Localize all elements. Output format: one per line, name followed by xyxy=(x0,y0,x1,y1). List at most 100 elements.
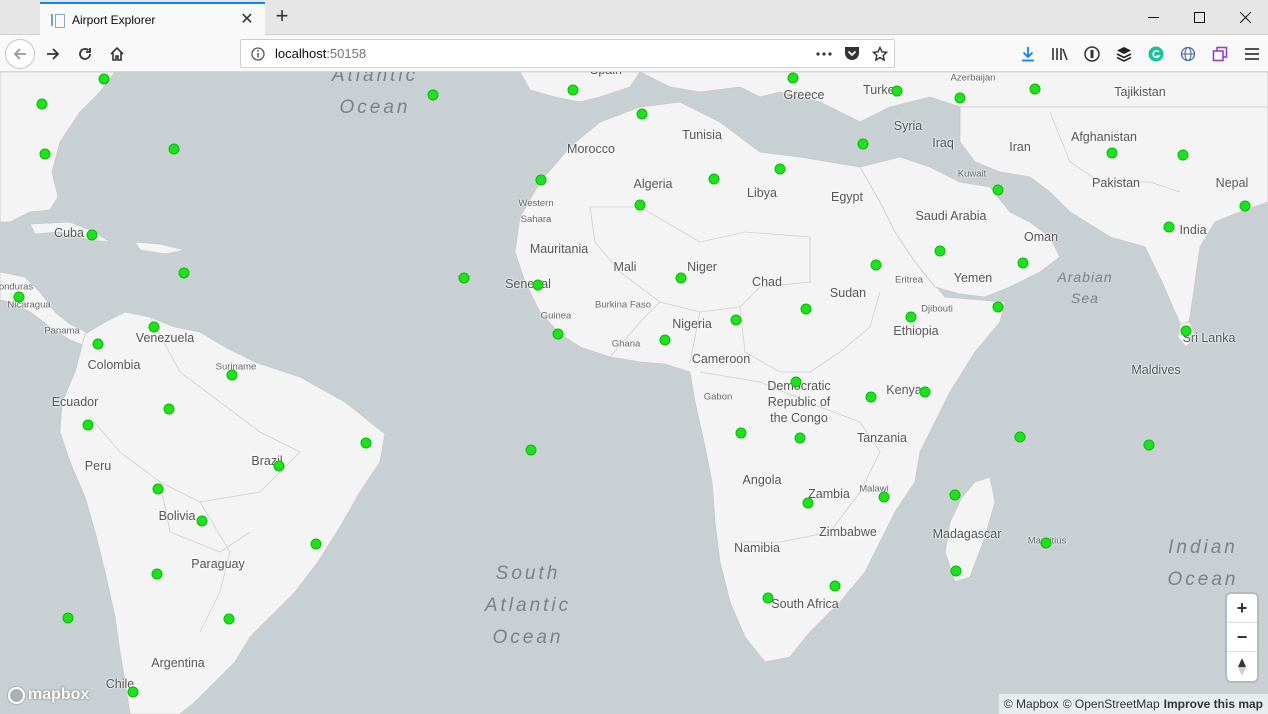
airport-marker[interactable] xyxy=(634,199,646,211)
airport-marker[interactable] xyxy=(458,272,470,284)
airport-marker[interactable] xyxy=(954,92,966,104)
airport-marker[interactable] xyxy=(1163,221,1175,233)
airport-marker[interactable] xyxy=(36,98,48,110)
airport-marker[interactable] xyxy=(870,259,882,271)
airport-marker[interactable] xyxy=(934,245,946,257)
airport-marker[interactable] xyxy=(919,386,931,398)
airport-marker[interactable] xyxy=(865,391,877,403)
airport-marker[interactable] xyxy=(535,174,547,186)
airport-marker[interactable] xyxy=(1177,149,1189,161)
airport-marker[interactable] xyxy=(86,229,98,241)
airport-marker[interactable] xyxy=(1239,200,1251,212)
airport-marker[interactable] xyxy=(829,580,841,592)
airport-marker[interactable] xyxy=(878,491,890,503)
airport-marker[interactable] xyxy=(762,592,774,604)
airport-marker[interactable] xyxy=(273,460,285,472)
airport-marker[interactable] xyxy=(1180,325,1192,337)
url-text[interactable]: localhost:50158 xyxy=(275,46,810,61)
minimize-button[interactable] xyxy=(1130,0,1176,35)
mapbox-logo: mapbox xyxy=(8,686,89,704)
reader-extension-icon[interactable] xyxy=(1076,39,1108,69)
new-tab-button[interactable]: + xyxy=(270,5,294,29)
library-icon[interactable] xyxy=(1044,39,1076,69)
map-label-ghana: Ghana xyxy=(611,338,641,350)
airport-marker[interactable] xyxy=(152,483,164,495)
airport-marker[interactable] xyxy=(567,84,579,96)
site-info-icon[interactable] xyxy=(241,46,275,61)
close-tab-icon[interactable]: ✕ xyxy=(239,11,255,28)
airport-marker[interactable] xyxy=(891,85,903,97)
airport-marker[interactable] xyxy=(82,419,94,431)
airport-marker[interactable] xyxy=(905,311,917,323)
close-window-button[interactable] xyxy=(1222,0,1268,35)
airport-marker[interactable] xyxy=(92,338,104,350)
airport-marker[interactable] xyxy=(127,686,139,698)
compass-button[interactable] xyxy=(1227,652,1257,681)
airport-marker[interactable] xyxy=(1014,431,1026,443)
airport-marker[interactable] xyxy=(659,334,671,346)
airport-marker[interactable] xyxy=(163,403,175,415)
airport-marker[interactable] xyxy=(98,73,110,85)
airport-marker[interactable] xyxy=(532,279,544,291)
zoom-out-button[interactable]: − xyxy=(1227,623,1257,652)
airport-marker[interactable] xyxy=(949,489,961,501)
zoom-in-button[interactable]: + xyxy=(1227,594,1257,623)
airport-marker[interactable] xyxy=(735,427,747,439)
back-button[interactable] xyxy=(5,39,35,69)
airport-marker[interactable] xyxy=(552,328,564,340)
address-bar[interactable]: localhost:50158 xyxy=(240,39,895,68)
attribution-mapbox-link[interactable]: © Mapbox xyxy=(1004,697,1059,711)
attribution-osm-link[interactable]: © OpenStreetMap xyxy=(1063,697,1160,711)
airport-marker[interactable] xyxy=(525,444,537,456)
airport-marker[interactable] xyxy=(196,515,208,527)
home-button[interactable] xyxy=(102,39,132,69)
pocket-icon[interactable] xyxy=(838,40,866,67)
airport-marker[interactable] xyxy=(178,267,190,279)
airport-marker[interactable] xyxy=(636,108,648,120)
airport-marker[interactable] xyxy=(730,314,742,326)
airport-marker[interactable] xyxy=(857,138,869,150)
grammarly-icon[interactable] xyxy=(1140,39,1172,69)
map-canvas[interactable]: Atlantic Ocean South Atlantic Ocean Indian Oce… xyxy=(0,72,1268,714)
forward-button[interactable] xyxy=(38,39,68,69)
airport-marker[interactable] xyxy=(992,184,1004,196)
downloads-icon[interactable] xyxy=(1012,39,1044,69)
airport-marker[interactable] xyxy=(708,173,720,185)
airport-marker[interactable] xyxy=(774,163,786,175)
tab-airport-explorer[interactable]: Airport Explorer ✕ xyxy=(40,2,265,35)
airport-marker[interactable] xyxy=(226,369,238,381)
airport-marker[interactable] xyxy=(1106,147,1118,159)
airport-marker[interactable] xyxy=(1040,537,1052,549)
multi-window-extension-icon[interactable] xyxy=(1204,39,1236,69)
airport-marker[interactable] xyxy=(992,301,1004,313)
tab-strip: Airport Explorer ✕ + xyxy=(0,0,1268,35)
airport-marker[interactable] xyxy=(1017,257,1029,269)
airport-marker[interactable] xyxy=(427,89,439,101)
airport-marker[interactable] xyxy=(62,612,74,624)
airport-marker[interactable] xyxy=(794,432,806,444)
airport-marker[interactable] xyxy=(39,148,51,160)
airport-marker[interactable] xyxy=(168,143,180,155)
airport-marker[interactable] xyxy=(950,565,962,577)
airport-marker[interactable] xyxy=(790,376,802,388)
layers-extension-icon[interactable] xyxy=(1108,39,1140,69)
airport-marker[interactable] xyxy=(802,497,814,509)
airport-marker[interactable] xyxy=(675,272,687,284)
page-actions-icon[interactable] xyxy=(810,40,838,67)
reload-button[interactable] xyxy=(70,39,100,69)
airport-marker[interactable] xyxy=(1029,83,1041,95)
improve-map-link[interactable]: Improve this map xyxy=(1164,697,1263,711)
menu-icon[interactable] xyxy=(1236,39,1268,69)
maximize-button[interactable] xyxy=(1176,0,1222,35)
airport-marker[interactable] xyxy=(787,72,799,84)
globe-extension-icon[interactable] xyxy=(1172,39,1204,69)
airport-marker[interactable] xyxy=(310,538,322,550)
bookmark-star-icon[interactable] xyxy=(866,40,894,67)
airport-marker[interactable] xyxy=(151,568,163,580)
airport-marker[interactable] xyxy=(13,291,25,303)
airport-marker[interactable] xyxy=(148,321,160,333)
airport-marker[interactable] xyxy=(360,437,372,449)
airport-marker[interactable] xyxy=(1143,439,1155,451)
airport-marker[interactable] xyxy=(800,303,812,315)
airport-marker[interactable] xyxy=(223,613,235,625)
